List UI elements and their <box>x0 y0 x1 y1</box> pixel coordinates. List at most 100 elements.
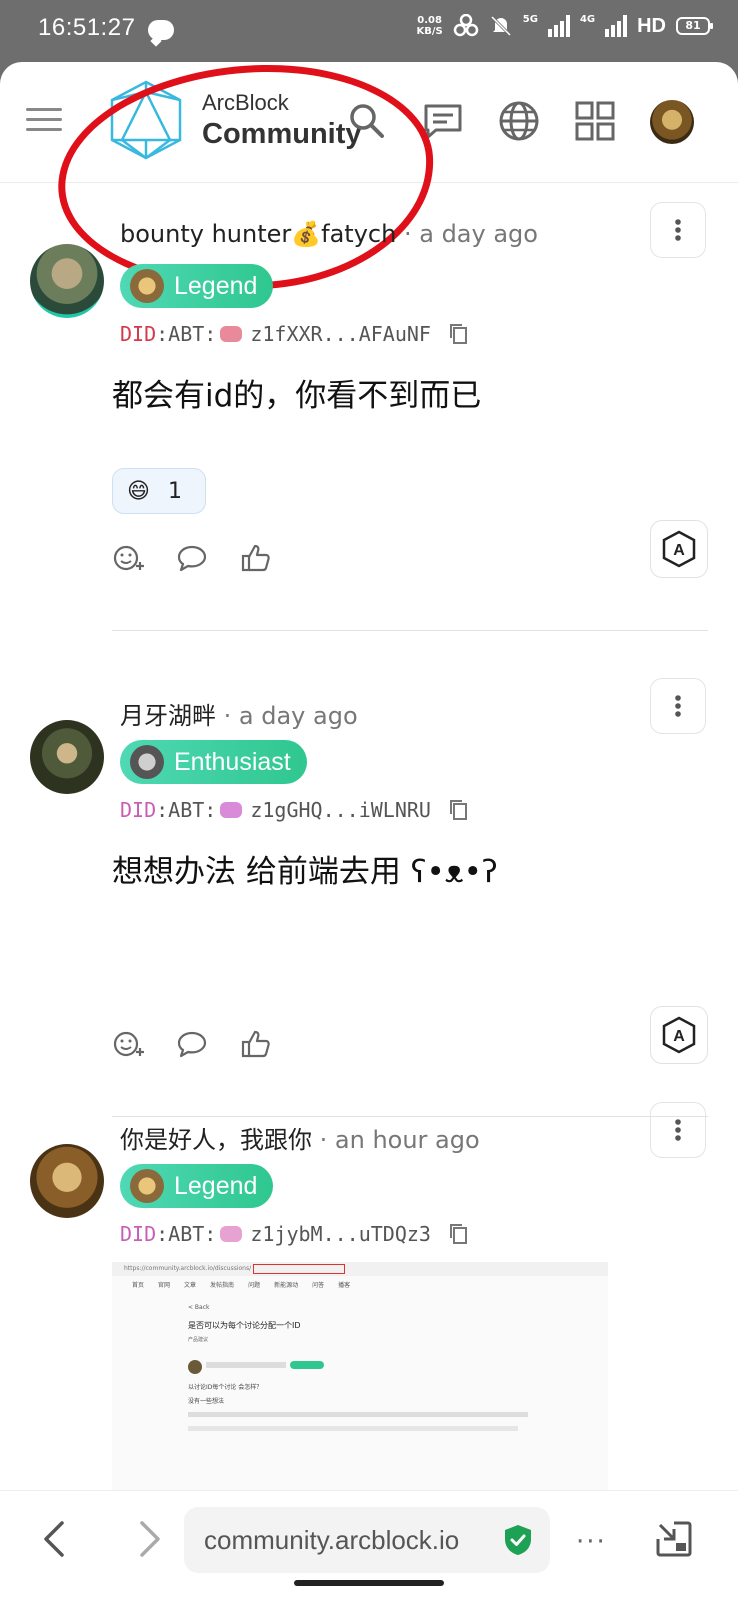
screenshot-line: 以讨论ID每个讨论 会怎样？ <box>188 1384 263 1391</box>
screenshot-nav-item: 文章 <box>184 1282 197 1289</box>
browser-more-button[interactable]: ··· <box>576 1527 607 1557</box>
rank-badge: Legend <box>120 1164 274 1208</box>
badge-label: Legend <box>174 271 258 300</box>
did-sep: :ABT: <box>156 322 217 346</box>
more-options-button[interactable] <box>650 202 706 258</box>
ai-button[interactable]: A <box>650 1006 708 1064</box>
divider <box>112 1116 708 1117</box>
screenshot-nav-item: 首页 <box>132 1282 145 1289</box>
svg-text:A: A <box>673 1028 685 1045</box>
did-value: z1fXXR...AFAuNF <box>250 322 431 346</box>
screenshot-text-bar <box>188 1426 518 1431</box>
did-avatar-icon <box>220 326 243 342</box>
user-avatar[interactable] <box>650 100 694 144</box>
pip-window-icon[interactable] <box>654 1519 694 1559</box>
network-4g-label: 4G <box>579 14 596 25</box>
timestamp: · a day ago <box>403 220 538 248</box>
reaction-chip[interactable]: 😄 1 <box>112 468 206 514</box>
like-icon[interactable] <box>240 542 272 574</box>
screenshot-back: < Back <box>188 1304 210 1311</box>
divider <box>112 630 708 631</box>
menu-icon[interactable] <box>26 108 62 132</box>
ai-button[interactable]: A <box>650 520 708 578</box>
reply-icon[interactable] <box>176 542 208 574</box>
screenshot-nav-item: 新能源动 <box>274 1282 299 1289</box>
screenshot-url-highlight <box>253 1263 346 1274</box>
net-speed-unit: KB/S <box>416 26 443 37</box>
did-sep: :ABT: <box>156 1222 217 1246</box>
did-prefix: DID <box>120 322 157 346</box>
avatar[interactable] <box>30 1144 104 1218</box>
did-sep: :ABT: <box>156 798 217 822</box>
hd-label: HD <box>637 14 666 37</box>
logo-text-brand: ArcBlock <box>202 90 289 115</box>
comment-actions <box>112 542 272 574</box>
like-icon[interactable] <box>240 1028 272 1060</box>
did-avatar-icon <box>220 802 243 818</box>
copy-icon[interactable] <box>449 799 469 821</box>
status-icons: 0.08 KB/S 5G 4G HD 81 <box>416 14 713 38</box>
ai-hexagon-icon: A <box>662 530 696 568</box>
screenshot-nav-item: 播客 <box>338 1282 351 1289</box>
timestamp: · an hour ago <box>319 1126 480 1154</box>
more-vertical-icon <box>675 219 681 241</box>
comment-header: 月牙湖畔 · a day ago <box>120 696 358 731</box>
timestamp: · a day ago <box>223 702 358 730</box>
comment-content: 想想办法 给前端去用 ʕ•ᴥ•ʔ <box>112 854 498 890</box>
reaction-emoji: 😄 <box>127 478 150 504</box>
back-arrow-icon[interactable] <box>36 1519 76 1559</box>
svg-text:A: A <box>673 542 685 559</box>
rank-badge: Legend <box>120 264 274 308</box>
screenshot-url: https://community.arcblock.io/discussion… <box>124 1265 252 1272</box>
status-bar: 16:51:27 0.08 KB/S 5G 4G HD 81 <box>0 0 738 62</box>
author-name[interactable]: bounty hunter💰fatych <box>120 220 396 248</box>
screenshot-address-bar: https://community.arcblock.io/discussion… <box>112 1262 608 1276</box>
status-time: 16:51:27 <box>38 14 136 41</box>
did-address: DID:ABT: z1jybM...uTDQz3 <box>120 1222 469 1246</box>
did-value: z1gGHQ...iWLNRU <box>250 798 431 822</box>
arcblock-logo-icon[interactable] <box>108 78 184 162</box>
chat-notification-icon <box>148 20 174 40</box>
apps-icon[interactable] <box>572 98 618 144</box>
globe-icon[interactable] <box>496 98 542 144</box>
did-avatar-icon <box>220 1226 243 1242</box>
avatar[interactable] <box>30 720 104 794</box>
screenshot-tag: 产品建议 <box>188 1337 209 1343</box>
embedded-screenshot[interactable]: https://community.arcblock.io/discussion… <box>112 1262 608 1510</box>
legend-badge-icon <box>130 1169 164 1203</box>
did-value: z1jybM...uTDQz3 <box>250 1222 431 1246</box>
reply-icon[interactable] <box>176 1028 208 1060</box>
add-reaction-icon[interactable] <box>112 542 144 574</box>
more-vertical-icon <box>675 1119 681 1141</box>
did-address: DID:ABT: z1gGHQ...iWLNRU <box>120 798 469 822</box>
screenshot-title: 是否可以为每个讨论分配一个ID <box>188 1321 301 1330</box>
battery-icon: 81 <box>676 17 713 35</box>
copy-icon[interactable] <box>449 1223 469 1245</box>
badge-label: Enthusiast <box>174 747 291 776</box>
comment-content: 都会有id的，你看不到而已 <box>112 378 482 414</box>
more-vertical-icon <box>675 695 681 717</box>
comment-header: 你是好人，我跟你 · an hour ago <box>120 1120 480 1155</box>
author-name[interactable]: 月牙湖畔 <box>120 702 216 730</box>
legend-badge-icon <box>130 269 164 303</box>
add-reaction-icon[interactable] <box>112 1028 144 1060</box>
signal-5g-icon <box>547 15 570 37</box>
screenshot-nav-item: 问题 <box>248 1282 261 1289</box>
avatar[interactable] <box>30 244 104 318</box>
ai-hexagon-icon: A <box>662 1016 696 1054</box>
author-name[interactable]: 你是好人，我跟你 <box>120 1126 312 1154</box>
screenshot-nav-item: 发帖指南 <box>210 1282 235 1289</box>
secure-shield-icon[interactable] <box>504 1524 532 1556</box>
copy-icon[interactable] <box>449 323 469 345</box>
did-prefix: DID <box>120 1222 157 1246</box>
chat-icon[interactable] <box>420 98 466 144</box>
home-indicator[interactable] <box>294 1580 444 1586</box>
url-text: community.arcblock.io <box>204 1524 460 1555</box>
forward-arrow-icon[interactable] <box>128 1519 168 1559</box>
more-options-button[interactable] <box>650 678 706 734</box>
more-options-button[interactable] <box>650 1102 706 1158</box>
url-bar[interactable]: community.arcblock.io <box>184 1507 550 1573</box>
screenshot-nav: 首页 官网 文章 发帖指南 问题 新能源动 问答 播客 <box>132 1280 350 1289</box>
mute-icon <box>490 15 511 37</box>
search-icon[interactable] <box>344 98 390 144</box>
